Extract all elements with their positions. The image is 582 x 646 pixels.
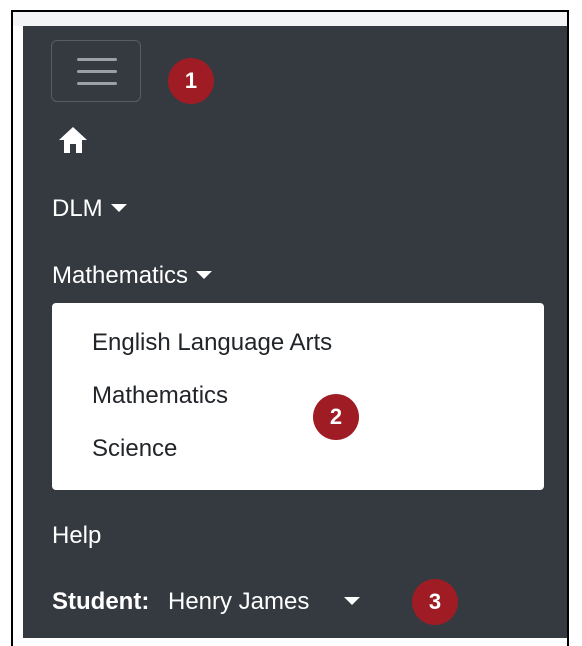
- navbar: 1 DLM Mathematics English Language Arts …: [23, 26, 567, 638]
- dropdown-item-science[interactable]: Science: [92, 434, 177, 464]
- student-selector[interactable]: Student: Henry James: [52, 587, 361, 617]
- dropdown-item-mathematics[interactable]: Mathematics: [92, 381, 228, 411]
- menu-toggle-button[interactable]: [51, 40, 141, 102]
- nav-item-subject[interactable]: Mathematics: [52, 261, 213, 291]
- dropdown-item-english-language-arts[interactable]: English Language Arts: [92, 328, 332, 358]
- callout-badge-3: 3: [412, 579, 458, 625]
- student-name: Henry James: [167, 588, 310, 615]
- student-label: Student:: [52, 588, 150, 615]
- screenshot-frame: 1 DLM Mathematics English Language Arts …: [11, 10, 569, 646]
- nav-item-subject-label: Mathematics: [52, 262, 189, 289]
- caret-down-icon: [110, 203, 127, 212]
- callout-badge-1: 1: [168, 58, 214, 104]
- home-icon: [59, 127, 87, 153]
- nav-item-dlm-label: DLM: [52, 195, 103, 222]
- home-link[interactable]: [58, 126, 88, 154]
- nav-item-help[interactable]: Help: [52, 521, 101, 551]
- caret-down-icon: [196, 270, 213, 279]
- nav-item-help-label: Help: [52, 522, 102, 549]
- caret-down-icon: [344, 596, 361, 605]
- nav-item-dlm[interactable]: DLM: [52, 194, 127, 224]
- callout-badge-2: 2: [313, 394, 359, 440]
- subject-dropdown-menu: English Language Arts Mathematics Scienc…: [52, 303, 544, 490]
- page-background-strip: [13, 12, 567, 26]
